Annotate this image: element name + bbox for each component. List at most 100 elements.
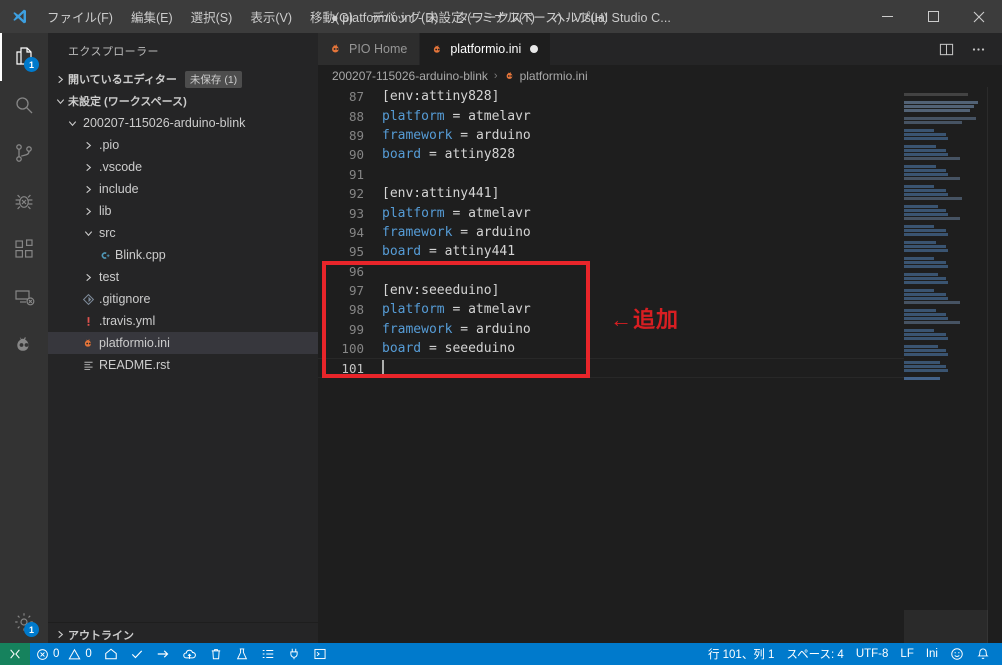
chevron-right-icon [80, 134, 96, 156]
activity-item-platformio[interactable] [0, 321, 48, 369]
ellipsis-icon[interactable] [964, 33, 992, 65]
breadcrumb-folder[interactable]: 200207-115026-arduino-blink [332, 69, 488, 83]
status-eol[interactable]: LF [894, 643, 919, 665]
code-line[interactable]: 96 [318, 262, 1002, 281]
code-line[interactable]: 89 framework = arduino [318, 126, 1002, 145]
tree-row[interactable]: lib [48, 200, 318, 222]
status-encoding[interactable]: UTF-8 [850, 643, 895, 665]
code-line[interactable]: 93 platform = atmelavr [318, 203, 1002, 222]
line-number: 88 [348, 108, 364, 124]
menu-terminal[interactable]: ターミナル(T) [447, 0, 543, 33]
status-notifications[interactable] [970, 643, 996, 665]
close-icon[interactable] [956, 0, 1002, 33]
platformio-alien-icon [12, 333, 36, 357]
workspace-label: 未設定 (ワークスペース) [68, 96, 187, 108]
tree-row[interactable]: test [48, 266, 318, 288]
menu-go[interactable]: 移動(G) [301, 0, 362, 33]
code-line[interactable]: 95 board = attiny441 [318, 242, 1002, 261]
activity-item-source-control[interactable] [0, 129, 48, 177]
menu-edit[interactable]: 編集(E) [122, 0, 182, 33]
tree-row[interactable]: 200207-115026-arduino-blink [48, 112, 318, 134]
tree-row[interactable]: .pio [48, 134, 318, 156]
tree-label: 200207-115026-arduino-blink [83, 116, 246, 130]
menu-selection[interactable]: 選択(S) [182, 0, 242, 33]
code-line-current[interactable]: 101 [318, 358, 1002, 378]
maximize-icon[interactable] [910, 0, 956, 33]
line-text [378, 359, 384, 377]
tab-dirty-indicator[interactable] [530, 45, 539, 53]
tab-platformio-ini[interactable]: platformio.ini [420, 33, 552, 65]
line-number: 98 [348, 302, 364, 318]
status-pio-upload-ota[interactable] [176, 643, 203, 665]
code-line[interactable]: 88 platform = atmelavr [318, 106, 1002, 125]
status-feedback[interactable] [944, 643, 970, 665]
line-number: 90 [348, 147, 364, 163]
menu-debug[interactable]: デバッグ(D) [362, 0, 447, 33]
chevron-down-icon [64, 112, 80, 134]
code-line[interactable]: 91 [318, 165, 1002, 184]
ini-key: framework [382, 321, 453, 337]
activity-item-explorer[interactable]: 1 [0, 33, 48, 81]
remote-explorer-icon [12, 285, 36, 309]
editor-scrollbar[interactable] [988, 87, 1002, 646]
status-pio-home[interactable] [98, 643, 124, 665]
tree-row[interactable]: src [48, 222, 318, 244]
code-line[interactable]: 100 board = seeeduino [318, 339, 1002, 358]
tree-row[interactable]: README.rst [48, 354, 318, 376]
menu-help[interactable]: ヘルプ(H) [544, 0, 617, 33]
search-icon [12, 93, 36, 117]
ini-key: board [382, 341, 422, 357]
status-remote-window[interactable] [0, 643, 30, 665]
status-language-mode[interactable]: Ini [920, 643, 944, 665]
activity-item-manage-settings[interactable]: 1 [0, 598, 48, 646]
tree-row-platformio-ini[interactable]: platformio.ini [48, 332, 318, 354]
minimize-icon[interactable] [864, 0, 910, 33]
section-workspace[interactable]: 未設定 (ワークスペース) [48, 90, 318, 112]
status-pio-serial-monitor[interactable] [281, 643, 307, 665]
status-pio-build[interactable] [124, 643, 150, 665]
activity-item-remote-explorer[interactable] [0, 273, 48, 321]
code-line[interactable]: 94 framework = arduino [318, 223, 1002, 242]
tree-label: .travis.yml [99, 314, 156, 328]
line-text: framework = arduino [382, 224, 531, 240]
minimap[interactable] [904, 87, 988, 646]
text-file-icon [80, 354, 96, 376]
status-pio-upload[interactable] [150, 643, 176, 665]
status-indentation[interactable]: スペース: 4 [780, 643, 849, 665]
status-pio-terminal[interactable] [307, 643, 333, 665]
tree-row[interactable]: .gitignore [48, 288, 318, 310]
code-editor[interactable]: 87 [env:attiny828] 88 platform = atmelav… [318, 87, 1002, 646]
ini-value: arduino [475, 224, 531, 240]
section-open-editors[interactable]: 開いているエディター 未保存 (1) [48, 68, 318, 90]
code-line[interactable]: 97 [env:seeeduino] [318, 281, 1002, 300]
menu-file[interactable]: ファイル(F) [38, 0, 122, 33]
activity-item-debug[interactable] [0, 177, 48, 225]
code-line[interactable]: 90 board = attiny828 [318, 145, 1002, 164]
terminal-icon [313, 647, 327, 661]
menu-view[interactable]: 表示(V) [241, 0, 301, 33]
tree-row[interactable]: .travis.yml [48, 310, 318, 332]
breadcrumb-file[interactable]: platformio.ini [520, 69, 588, 83]
code-line[interactable]: 92 [env:attiny441] [318, 184, 1002, 203]
line-text: framework = arduino [382, 127, 531, 143]
status-pio-tasks[interactable] [255, 643, 281, 665]
status-pio-test[interactable] [229, 643, 255, 665]
tree-row[interactable]: .vscode [48, 156, 318, 178]
minimap-slider[interactable] [904, 610, 988, 646]
ini-value: arduino [475, 321, 531, 337]
split-editor-icon[interactable] [932, 33, 960, 65]
code-line[interactable]: 87 [env:attiny828] [318, 87, 1002, 106]
trash-icon [209, 647, 223, 661]
tree-row[interactable]: include [48, 178, 318, 200]
activity-item-extensions[interactable] [0, 225, 48, 273]
status-pio-clean[interactable] [203, 643, 229, 665]
line-number: 97 [348, 283, 364, 299]
activity-item-search[interactable] [0, 81, 48, 129]
status-cursor-position[interactable]: 行 101、列 1 [702, 643, 780, 665]
line-text: platform = atmelavr [382, 302, 531, 318]
platformio-file-icon [504, 70, 516, 82]
status-problems[interactable]: 0 0 [30, 643, 98, 665]
ini-key: board [382, 244, 422, 260]
tab-pio-home[interactable]: PIO Home [318, 33, 421, 65]
tree-row[interactable]: Blink.cpp [48, 244, 318, 266]
